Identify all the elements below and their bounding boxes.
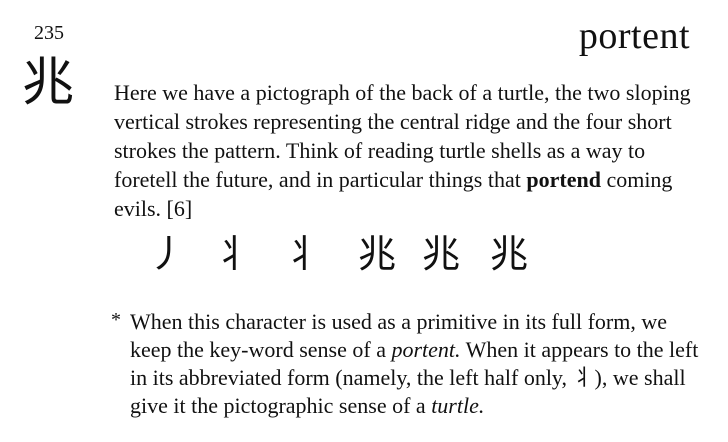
explanation-keyword-bold: portend: [526, 167, 601, 192]
stroke-step-6: 兆: [490, 234, 529, 276]
note-glyph: 丬: [572, 365, 595, 390]
stroke-order: 丿 丬 丬 兆 兆 兆: [148, 236, 568, 286]
primitive-note: When this character is used as a primiti…: [130, 308, 700, 420]
stroke-step-1: 丿: [148, 234, 187, 276]
frame-number: 235: [34, 22, 64, 44]
note-emphasis-turtle: turtle.: [431, 393, 485, 418]
book-page: 235 portent 兆 Here we have a pictograph …: [0, 0, 728, 442]
keyword-heading: portent: [578, 15, 690, 57]
kanji-character: 兆: [22, 55, 75, 112]
note-marker: *: [111, 309, 121, 331]
stroke-step-5: 兆: [422, 234, 461, 276]
explanation-paragraph: Here we have a pictograph of the back of…: [114, 78, 696, 223]
stroke-step-4: 兆: [358, 234, 397, 276]
note-emphasis-portent: portent.: [391, 337, 461, 362]
stroke-step-2: 丬: [214, 234, 253, 276]
stroke-step-3: 丬: [284, 234, 323, 276]
